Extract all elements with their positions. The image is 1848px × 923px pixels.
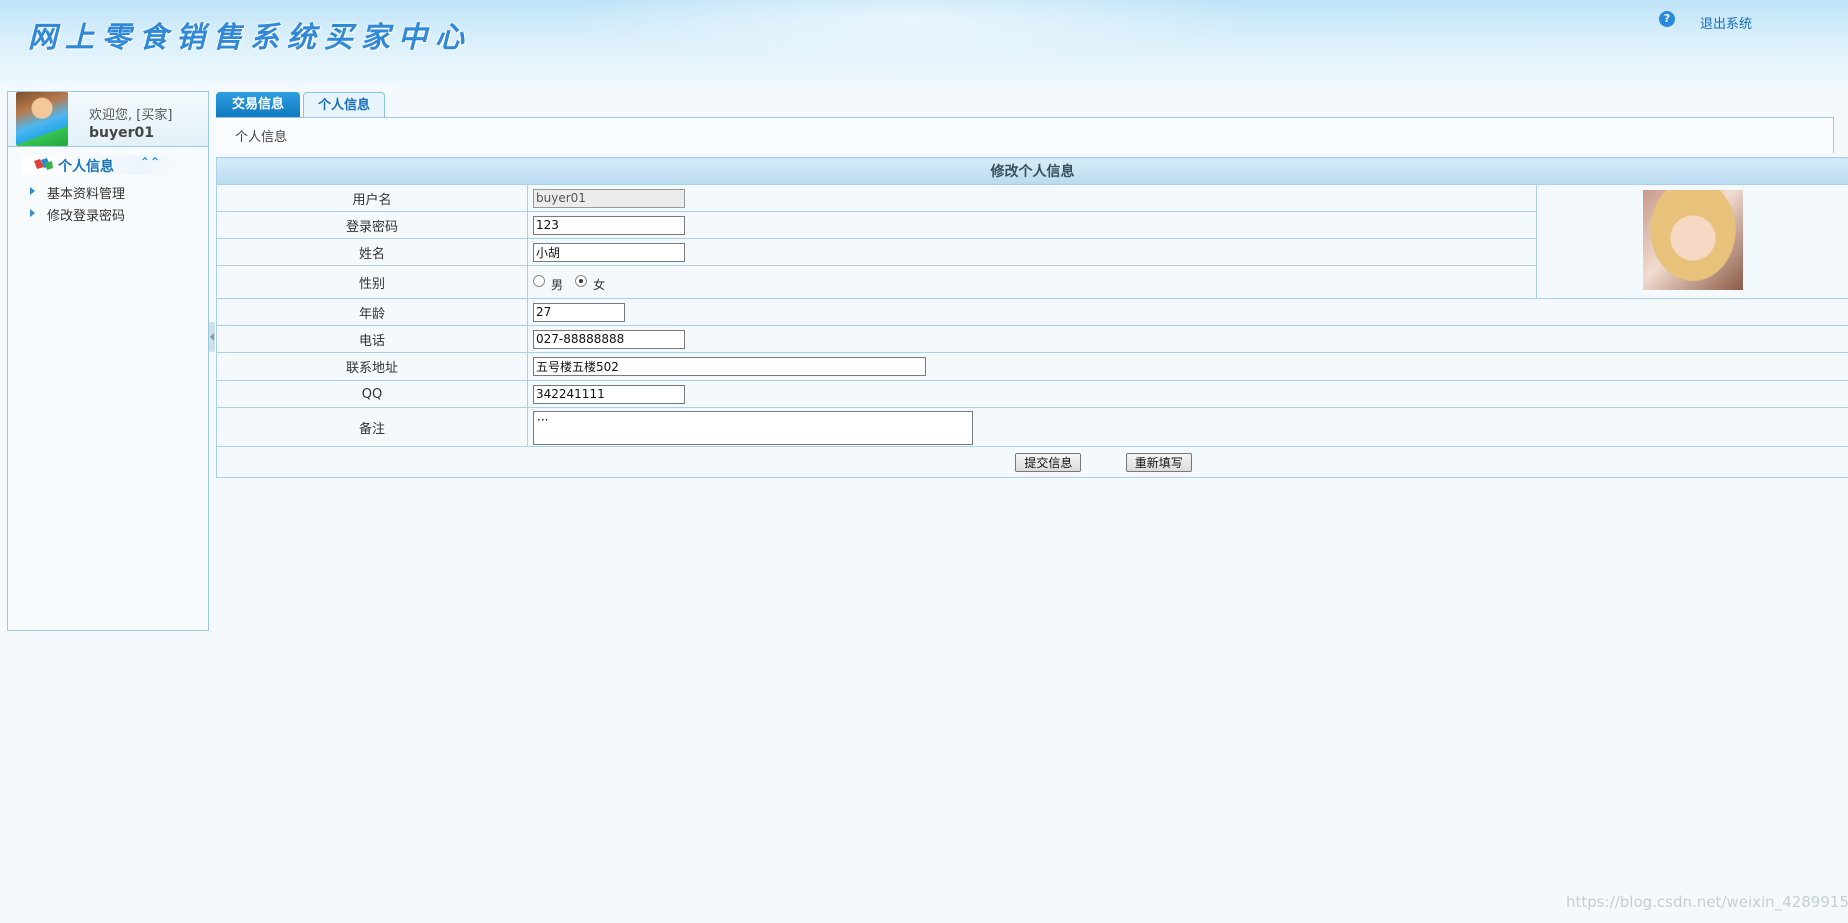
age-field[interactable]: [533, 302, 625, 322]
gender-male-radio[interactable]: [533, 275, 545, 288]
sidebar: 欢迎您, [买家] buyer01 个人信息 ⌃⌃ 基本资料管理 修改登录密码: [7, 91, 209, 631]
name-field[interactable]: [533, 242, 685, 262]
header-banner: 网上零食销售系统买家中心 ? 退出系统: [0, 0, 1848, 86]
menu-group-label: 个人信息: [58, 159, 114, 175]
gender-male-label: 男: [551, 277, 564, 292]
sidebar-item-label: 基本资料管理: [47, 187, 126, 202]
arrow-right-icon: [30, 187, 35, 195]
reset-button[interactable]: 重新填写: [1125, 452, 1192, 472]
age-label: 年龄: [216, 298, 528, 326]
username-label: 用户名: [216, 184, 528, 212]
password-label: 登录密码: [216, 211, 528, 239]
gender-label: 性别: [216, 265, 528, 299]
gender-option-female[interactable]: 女: [575, 273, 606, 292]
address-label: 联系地址: [216, 352, 528, 381]
qq-field[interactable]: [533, 384, 685, 404]
remark-label: 备注: [216, 407, 528, 447]
menu-group-personal-info[interactable]: 个人信息 ⌃⌃: [22, 155, 190, 175]
phone-field[interactable]: [533, 329, 685, 349]
submit-button[interactable]: 提交信息: [1015, 452, 1082, 472]
profile-photo: [1642, 189, 1743, 290]
sidebar-item-basic-info[interactable]: 基本资料管理: [22, 183, 172, 202]
edit-profile-form: 修改个人信息 用户名 登录密码 姓名 性别 男 女 年龄 电话: [215, 157, 1848, 478]
system-title: 网上零食销售系统买家中心: [28, 20, 473, 54]
watermark-text: https://blog.csdn.net/weixin_42899150: [1566, 893, 1848, 911]
menu-group-icon: [34, 158, 53, 170]
phone-label: 电话: [216, 325, 528, 353]
tab-trade-info[interactable]: 交易信息: [216, 92, 300, 118]
logout-link[interactable]: 退出系统: [1700, 13, 1752, 32]
tab-personal-info[interactable]: 个人信息: [303, 92, 385, 118]
name-label: 姓名: [216, 238, 528, 266]
welcome-text: 欢迎您, [买家]: [89, 108, 173, 123]
user-box: 欢迎您, [买家] buyer01: [8, 92, 208, 147]
breadcrumb-text: 个人信息: [235, 130, 288, 145]
sidebar-splitter-handle[interactable]: [209, 322, 215, 352]
form-title: 修改个人信息: [215, 157, 1848, 185]
avatar: [16, 92, 68, 146]
form-actions: 提交信息 重新填写: [215, 446, 1848, 478]
gender-female-radio[interactable]: [575, 275, 588, 288]
help-icon[interactable]: ?: [1659, 11, 1675, 27]
arrow-right-icon: [30, 209, 35, 217]
sidebar-username: buyer01: [89, 125, 154, 141]
remark-field[interactable]: ···: [533, 410, 973, 445]
breadcrumb: 个人信息: [216, 117, 1834, 153]
password-field[interactable]: [533, 215, 685, 235]
qq-label: QQ: [216, 380, 528, 408]
collapse-icon[interactable]: ⌃⌃: [140, 155, 160, 169]
sidebar-item-change-password[interactable]: 修改登录密码: [22, 205, 172, 224]
gender-option-male[interactable]: 男: [533, 273, 564, 292]
sidebar-item-label: 修改登录密码: [47, 209, 126, 224]
gender-female-label: 女: [593, 277, 606, 292]
username-field[interactable]: [533, 188, 685, 208]
address-field[interactable]: [533, 357, 926, 376]
photo-cell: [1535, 184, 1848, 299]
